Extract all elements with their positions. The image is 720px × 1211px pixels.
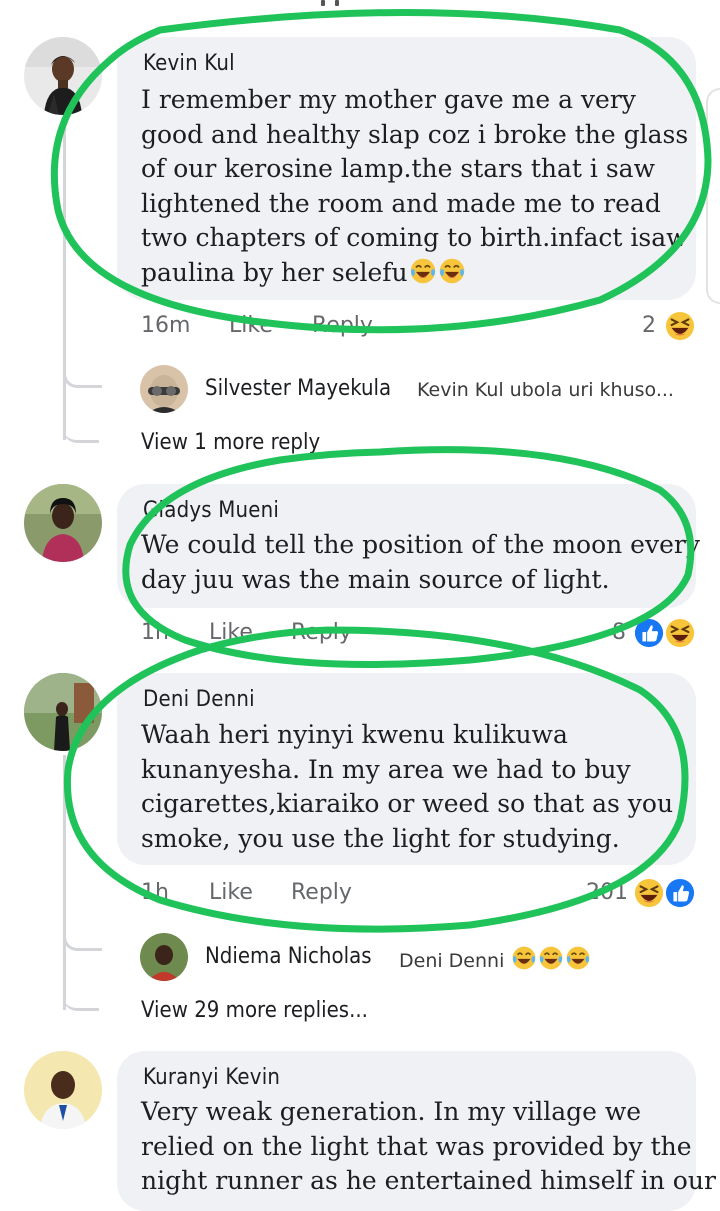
- comment-author[interactable]: Kuranyi Kevin: [143, 1065, 280, 1090]
- comment-line: kunanyesha. In my area we had to buy: [141, 754, 631, 784]
- thread-connector: [63, 355, 102, 388]
- reply-button[interactable]: Reply: [291, 620, 352, 645]
- reply-snippet[interactable]: Deni Denni: [399, 945, 591, 972]
- avatar[interactable]: [24, 673, 102, 751]
- thread-line: [63, 120, 66, 440]
- comment-line: I remember my mother gave me a very: [141, 85, 636, 114]
- reply-snippet[interactable]: Kevin Kul ubola uri khuso...: [417, 379, 674, 401]
- comment-line: smoke, you use the light for studying.: [141, 823, 620, 853]
- top-fragment: [318, 0, 348, 6]
- comment-line: two chapters of coming to birth.infact i…: [141, 223, 688, 252]
- reply-button[interactable]: Reply: [312, 313, 373, 338]
- like-button[interactable]: Like: [209, 620, 253, 645]
- avatar[interactable]: [24, 1051, 102, 1129]
- thread-connector: [63, 918, 102, 951]
- tears-of-joy-emoji: [438, 257, 466, 285]
- thumbs-up-emoji[interactable]: [665, 878, 695, 908]
- tears-of-joy-emoji: [565, 945, 591, 971]
- laugh-squint-emoji[interactable]: [634, 878, 664, 908]
- like-button[interactable]: Like: [209, 880, 253, 905]
- comment-bubble[interactable]: Deni Denni Waah heri nyinyi kwenu kuliku…: [117, 673, 696, 865]
- comment-line: Waah heri nyinyi kwenu kulikuwa: [141, 720, 568, 749]
- view-more-replies-link[interactable]: View 29 more replies...: [141, 998, 368, 1023]
- thumbs-up-emoji[interactable]: [634, 618, 664, 648]
- reply-avatar[interactable]: [140, 933, 188, 981]
- comment-author[interactable]: Gladys Mueni: [143, 498, 279, 523]
- comment-author[interactable]: Kevin Kul: [143, 51, 235, 76]
- comment-line: We could tell the position of the moon e…: [141, 530, 700, 559]
- comment-bubble[interactable]: Kevin Kul I remember my mother gave me a…: [117, 37, 696, 300]
- laugh-squint-emoji[interactable]: [665, 618, 695, 648]
- thread-line: [63, 755, 66, 1010]
- view-more-replies-link[interactable]: View 1 more reply: [141, 430, 320, 455]
- comment-line: of our kerosine lamp.the stars that i sa…: [141, 154, 655, 183]
- thread-connector: [63, 410, 99, 443]
- comment-bubble[interactable]: Gladys Mueni We could tell the position …: [117, 484, 700, 608]
- comment-time: 1h: [141, 880, 169, 905]
- comment-text: Waah heri nyinyi kwenu kulikuwa kunanyes…: [141, 718, 673, 856]
- avatar-image: [24, 37, 102, 115]
- tears-of-joy-emoji: [409, 257, 437, 285]
- avatar[interactable]: [24, 484, 102, 562]
- comment-text: I remember my mother gave me a very good…: [141, 83, 688, 290]
- comment-line: day juu was the main source of light.: [141, 564, 610, 594]
- comment-line: relied on the light that was provided by…: [141, 1131, 692, 1161]
- comment-line-last: paulina by her selefu: [141, 256, 688, 291]
- comment-text: Very weak generation. In my village we r…: [141, 1095, 716, 1199]
- comment-bubble[interactable]: Kuranyi Kevin Very weak generation. In m…: [117, 1051, 716, 1211]
- side-panel-edge: [706, 88, 720, 304]
- comment-line: night runner as he entertained himself i…: [141, 1166, 716, 1195]
- reaction-count[interactable]: 2: [642, 313, 656, 338]
- reaction-count[interactable]: 8: [612, 620, 626, 645]
- comment-author[interactable]: Deni Denni: [143, 687, 255, 712]
- comment-line: cigarettes,kiaraiko or weed so that as y…: [141, 789, 674, 818]
- comment-line: Very weak generation. In my village we: [141, 1097, 642, 1126]
- comment-time: 1h: [141, 620, 169, 645]
- thread-connector: [63, 978, 99, 1011]
- reply-author[interactable]: Silvester Mayekula: [205, 376, 391, 401]
- comment-text: We could tell the position of the moon e…: [141, 528, 700, 597]
- tears-of-joy-emoji: [511, 945, 537, 971]
- comment-line: lightened the room and made me to read: [141, 188, 661, 218]
- comment-time: 16m: [141, 313, 191, 338]
- laugh-squint-emoji[interactable]: [665, 311, 695, 341]
- reply-snippet-text: Deni Denni: [399, 950, 505, 972]
- reaction-count[interactable]: 201: [586, 880, 628, 905]
- tears-of-joy-emoji: [538, 945, 564, 971]
- reply-button[interactable]: Reply: [291, 880, 352, 905]
- comment-line: paulina by her selefu: [141, 257, 408, 287]
- reply-avatar[interactable]: [140, 365, 188, 413]
- avatar[interactable]: [24, 37, 102, 115]
- comment-line: good and healthy slap coz i broke the gl…: [141, 119, 689, 149]
- reply-author[interactable]: Ndiema Nicholas: [205, 944, 372, 969]
- like-button[interactable]: Like: [229, 313, 273, 338]
